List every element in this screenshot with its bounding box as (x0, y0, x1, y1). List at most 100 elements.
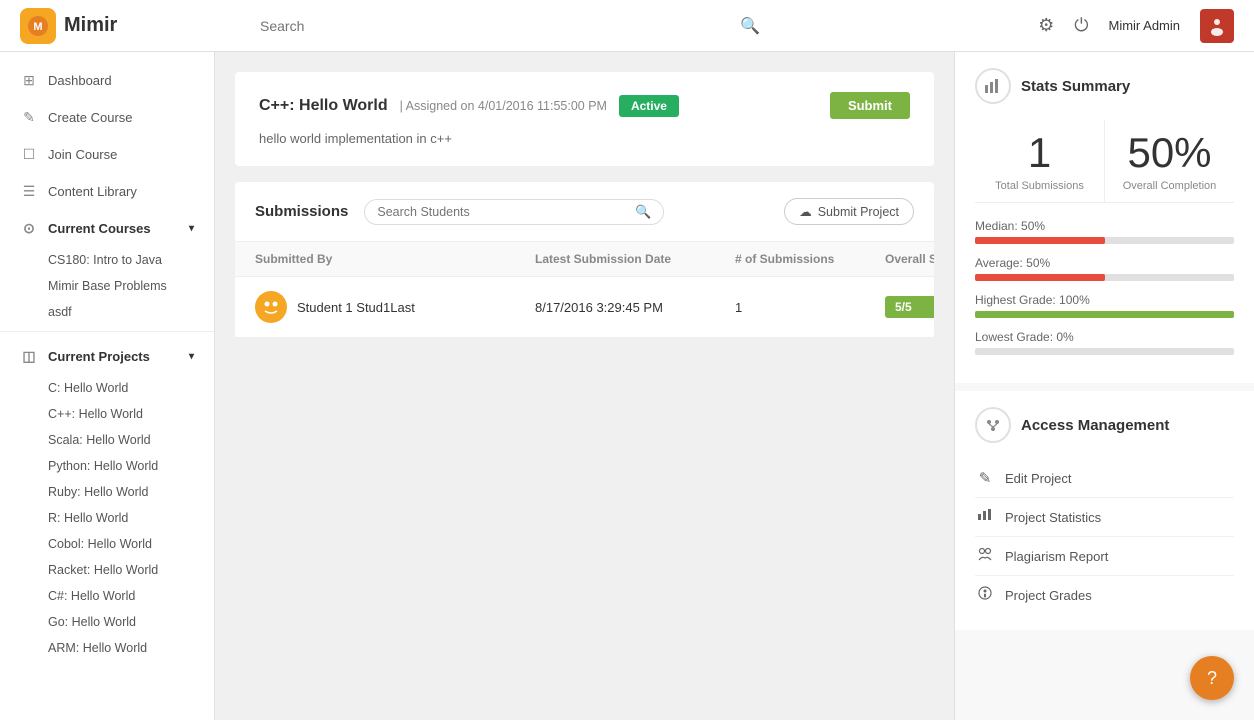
stats-section: Stats Summary 1 Total Submissions 50% Ov… (955, 52, 1254, 383)
sidebar-item-content-library[interactable]: ☰ Content Library (0, 173, 214, 210)
sidebar-project-go[interactable]: Go: Hello World (0, 609, 214, 635)
project-header: C++: Hello World | Assigned on 4/01/2016… (259, 92, 910, 119)
avatar[interactable] (1200, 9, 1234, 43)
col-submitted-by: Submitted By (255, 252, 535, 266)
highest-stat: Highest Grade: 100% (975, 293, 1234, 318)
logo-area: M Mimir (20, 8, 220, 44)
completion-box: 50% Overall Completion (1105, 120, 1234, 202)
sidebar-project-scala[interactable]: Scala: Hello World (0, 427, 214, 453)
stats-numbers: 1 Total Submissions 50% Overall Completi… (975, 120, 1234, 203)
chevron-down-icon: ▾ (189, 223, 194, 234)
average-stat: Average: 50% (975, 256, 1234, 281)
search-students-area: 🔍 (364, 199, 664, 225)
completion-label: Overall Completion (1105, 180, 1234, 192)
grades-icon (975, 586, 995, 604)
student-cell: Student 1 Stud1Last (255, 291, 535, 323)
sidebar-project-racket[interactable]: Racket: Hello World (0, 557, 214, 583)
chevron-down-icon: ▾ (189, 351, 194, 362)
project-title: C++: Hello World (259, 97, 388, 115)
access-item-edit-project[interactable]: ✎ Edit Project (975, 459, 1234, 498)
logo-icon: M (20, 8, 56, 44)
student-avatar (255, 291, 287, 323)
submissions-header: Submissions 🔍 ☁ Submit Project (235, 182, 934, 242)
sidebar-course-asdf[interactable]: asdf (0, 299, 214, 325)
stats-title-row: Stats Summary (975, 68, 1234, 104)
search-icon[interactable]: 🔍 (740, 16, 760, 36)
sidebar-project-csharp[interactable]: C#: Hello World (0, 583, 214, 609)
search-students-input[interactable] (377, 205, 629, 219)
sidebar-project-c[interactable]: C: Hello World (0, 375, 214, 401)
statistics-icon (975, 508, 995, 526)
submissions-card: Submissions 🔍 ☁ Submit Project Submitted… (235, 182, 934, 338)
edit-project-label: Edit Project (1005, 471, 1071, 486)
sidebar-project-r[interactable]: R: Hello World (0, 505, 214, 531)
access-item-project-statistics[interactable]: Project Statistics (975, 498, 1234, 537)
sidebar-item-label: Current Courses (48, 221, 151, 236)
plagiarism-icon (975, 547, 995, 565)
average-label: Average: 50% (975, 256, 1234, 270)
lowest-progress-bg (975, 348, 1234, 355)
nav-right: ⚙ ⏻ Mimir Admin (1038, 9, 1234, 43)
student-name: Student 1 Stud1Last (297, 300, 415, 315)
access-item-plagiarism-report[interactable]: Plagiarism Report (975, 537, 1234, 576)
search-area: 🔍 (260, 12, 760, 40)
col-overall-score: Overall Score (885, 252, 934, 266)
sidebar-project-python[interactable]: Python: Hello World (0, 453, 214, 479)
total-submissions-value: 1 (975, 130, 1104, 176)
sidebar-item-label: Content Library (48, 184, 137, 199)
completion-value: 50% (1105, 130, 1234, 176)
submission-date: 8/17/2016 3:29:45 PM (535, 300, 735, 315)
sidebar-item-current-projects[interactable]: ◫ Current Projects ▾ (0, 338, 214, 375)
access-item-project-grades[interactable]: Project Grades (975, 576, 1234, 614)
project-grades-label: Project Grades (1005, 588, 1092, 603)
svg-text:M: M (33, 21, 42, 33)
search-input[interactable] (260, 12, 760, 40)
sidebar-course-mimir[interactable]: Mimir Base Problems (0, 273, 214, 299)
chat-bubble[interactable]: ? (1190, 656, 1234, 700)
sidebar-item-label: Create Course (48, 110, 133, 125)
total-submissions-label: Total Submissions (975, 180, 1104, 192)
submissions-title: Submissions (255, 203, 348, 220)
content-library-icon: ☰ (20, 183, 38, 200)
sidebar-project-arm[interactable]: ARM: Hello World (0, 635, 214, 661)
average-progress-bg (975, 274, 1234, 281)
username-label: Mimir Admin (1108, 18, 1180, 33)
submission-count: 1 (735, 300, 885, 315)
chat-icon: ? (1207, 668, 1217, 689)
sidebar-course-cs180[interactable]: CS180: Intro to Java (0, 247, 214, 273)
create-course-icon: ✎ (20, 109, 38, 126)
submit-project-button[interactable]: ☁ Submit Project (784, 198, 914, 225)
sidebar-item-dashboard[interactable]: ⊞ Dashboard (0, 62, 214, 99)
lowest-label: Lowest Grade: 0% (975, 330, 1234, 344)
sidebar-item-join-course[interactable]: ☐ Join Course (0, 136, 214, 173)
settings-icon[interactable]: ⚙ (1038, 15, 1054, 36)
current-courses-icon: ⊙ (20, 220, 38, 237)
total-submissions-box: 1 Total Submissions (975, 120, 1105, 202)
power-icon[interactable]: ⏻ (1074, 15, 1088, 36)
plagiarism-report-label: Plagiarism Report (1005, 549, 1108, 564)
sidebar-item-label: Current Projects (48, 349, 150, 364)
sidebar-project-ruby[interactable]: Ruby: Hello World (0, 479, 214, 505)
current-projects-icon: ◫ (20, 348, 38, 365)
sidebar-item-label: Join Course (48, 147, 117, 162)
sidebar-item-label: Dashboard (48, 73, 112, 88)
median-progress-bg (975, 237, 1234, 244)
highest-progress-fill (975, 311, 1234, 318)
sidebar-item-current-courses[interactable]: ⊙ Current Courses ▾ (0, 210, 214, 247)
sidebar-project-cobol[interactable]: Cobol: Hello World (0, 531, 214, 557)
median-label: Median: 50% (975, 219, 1234, 233)
center-content: C++: Hello World | Assigned on 4/01/2016… (215, 52, 954, 720)
status-badge: Active (619, 95, 679, 117)
sidebar-item-create-course[interactable]: ✎ Create Course (0, 99, 214, 136)
project-card: C++: Hello World | Assigned on 4/01/2016… (235, 72, 934, 166)
table-header: Submitted By Latest Submission Date # of… (235, 242, 934, 277)
sidebar-project-cpp[interactable]: C++: Hello World (0, 401, 214, 427)
access-title-row: Access Management (975, 407, 1234, 443)
lowest-stat: Lowest Grade: 0% (975, 330, 1234, 355)
submit-project-label: Submit Project (818, 205, 899, 219)
project-description: hello world implementation in c++ (259, 131, 910, 146)
stats-icon (975, 68, 1011, 104)
submit-button[interactable]: Submit (830, 92, 910, 119)
median-stat: Median: 50% (975, 219, 1234, 244)
project-statistics-label: Project Statistics (1005, 510, 1101, 525)
